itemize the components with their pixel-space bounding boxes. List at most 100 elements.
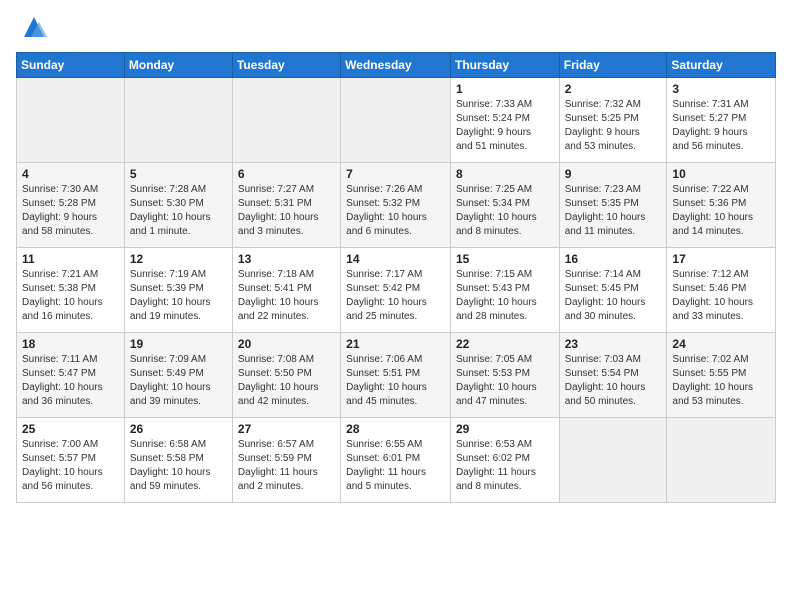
calendar-cell: 22 Sunrise: 7:05 AM Sunset: 5:53 PM Dayli… — [450, 333, 559, 418]
calendar-cell: 2Sunrise: 7:32 AM Sunset: 5:25 PM Daylig… — [559, 78, 667, 163]
calendar-week-4: 25Sunrise: 7:00 AM Sunset: 5:57 PM Dayli… — [17, 418, 776, 503]
calendar-cell: 29 Sunrise: 6:53 AM Sunset: 6:02 PM Dayli… — [450, 418, 559, 503]
calendar-cell — [341, 78, 451, 163]
day-number: 22 — [456, 337, 554, 351]
calendar-cell: 19 Sunrise: 7:09 AM Sunset: 5:49 PM Dayli… — [124, 333, 232, 418]
weekday-header-thursday: Thursday — [450, 53, 559, 78]
day-number: 18 — [22, 337, 119, 351]
calendar-cell: 25Sunrise: 7:00 AM Sunset: 5:57 PM Dayli… — [17, 418, 125, 503]
calendar-week-2: 11 Sunrise: 7:21 AM Sunset: 5:38 PM Dayli… — [17, 248, 776, 333]
day-number: 26 — [130, 422, 227, 436]
calendar-cell: 8 Sunrise: 7:25 AM Sunset: 5:34 PM Daylig… — [450, 163, 559, 248]
day-number: 15 — [456, 252, 554, 266]
calendar-cell: 21 Sunrise: 7:06 AM Sunset: 5:51 PM Dayli… — [341, 333, 451, 418]
calendar-cell: 12 Sunrise: 7:19 AM Sunset: 5:39 PM Dayli… — [124, 248, 232, 333]
day-info: Sunrise: 7:27 AM Sunset: 5:31 PM Dayligh… — [238, 183, 335, 239]
day-number: 20 — [238, 337, 335, 351]
day-number: 21 — [346, 337, 445, 351]
weekday-header-saturday: Saturday — [667, 53, 776, 78]
weekday-header-sunday: Sunday — [17, 53, 125, 78]
calendar-cell: 18 Sunrise: 7:11 AM Sunset: 5:47 PM Dayli… — [17, 333, 125, 418]
day-info: Sunrise: 7:31 AM Sunset: 5:27 PM Dayligh… — [672, 98, 770, 154]
calendar-cell: 10Sunrise: 7:22 AM Sunset: 5:36 PM Dayli… — [667, 163, 776, 248]
day-number: 1 — [456, 82, 554, 96]
day-number: 5 — [130, 167, 227, 181]
calendar-cell — [124, 78, 232, 163]
day-number: 12 — [130, 252, 227, 266]
header — [16, 16, 776, 42]
calendar-cell: 4 Sunrise: 7:30 AM Sunset: 5:28 PM Daylig… — [17, 163, 125, 248]
weekday-header-row: SundayMondayTuesdayWednesdayThursdayFrid… — [17, 53, 776, 78]
calendar-cell: 23 Sunrise: 7:03 AM Sunset: 5:54 PM Dayli… — [559, 333, 667, 418]
day-info: Sunrise: 7:09 AM Sunset: 5:49 PM Dayligh… — [130, 353, 227, 409]
calendar-cell: 26 Sunrise: 6:58 AM Sunset: 5:58 PM Dayli… — [124, 418, 232, 503]
day-info: Sunrise: 7:33 AM Sunset: 5:24 PM Dayligh… — [456, 98, 554, 154]
day-info: Sunrise: 6:58 AM Sunset: 5:58 PM Dayligh… — [130, 438, 227, 494]
day-info: Sunrise: 7:17 AM Sunset: 5:42 PM Dayligh… — [346, 268, 445, 324]
logo — [16, 16, 49, 42]
calendar-cell: 13 Sunrise: 7:18 AM Sunset: 5:41 PM Dayli… — [232, 248, 340, 333]
day-info: Sunrise: 7:26 AM Sunset: 5:32 PM Dayligh… — [346, 183, 445, 239]
day-number: 29 — [456, 422, 554, 436]
day-number: 9 — [565, 167, 662, 181]
day-number: 28 — [346, 422, 445, 436]
day-number: 10 — [672, 167, 770, 181]
day-number: 2 — [565, 82, 662, 96]
day-info: Sunrise: 7:02 AM Sunset: 5:55 PM Dayligh… — [672, 353, 770, 409]
calendar-week-1: 4 Sunrise: 7:30 AM Sunset: 5:28 PM Daylig… — [17, 163, 776, 248]
day-number: 23 — [565, 337, 662, 351]
calendar-cell — [232, 78, 340, 163]
day-info: Sunrise: 6:55 AM Sunset: 6:01 PM Dayligh… — [346, 438, 445, 494]
calendar-cell: 3 Sunrise: 7:31 AM Sunset: 5:27 PM Daylig… — [667, 78, 776, 163]
day-info: Sunrise: 7:23 AM Sunset: 5:35 PM Dayligh… — [565, 183, 662, 239]
calendar-cell: 28 Sunrise: 6:55 AM Sunset: 6:01 PM Dayli… — [341, 418, 451, 503]
day-info: Sunrise: 7:12 AM Sunset: 5:46 PM Dayligh… — [672, 268, 770, 324]
calendar-cell: 11 Sunrise: 7:21 AM Sunset: 5:38 PM Dayli… — [17, 248, 125, 333]
day-number: 27 — [238, 422, 335, 436]
day-info: Sunrise: 7:08 AM Sunset: 5:50 PM Dayligh… — [238, 353, 335, 409]
calendar-cell: 7 Sunrise: 7:26 AM Sunset: 5:32 PM Daylig… — [341, 163, 451, 248]
logo-icon — [19, 12, 49, 42]
calendar-cell: 20 Sunrise: 7:08 AM Sunset: 5:50 PM Dayli… — [232, 333, 340, 418]
day-number: 7 — [346, 167, 445, 181]
calendar-cell: 17 Sunrise: 7:12 AM Sunset: 5:46 PM Dayli… — [667, 248, 776, 333]
calendar-cell: 1 Sunrise: 7:33 AM Sunset: 5:24 PM Daylig… — [450, 78, 559, 163]
weekday-header-tuesday: Tuesday — [232, 53, 340, 78]
calendar-cell: 16 Sunrise: 7:14 AM Sunset: 5:45 PM Dayli… — [559, 248, 667, 333]
day-number: 3 — [672, 82, 770, 96]
calendar-cell: 15 Sunrise: 7:15 AM Sunset: 5:43 PM Dayli… — [450, 248, 559, 333]
day-number: 11 — [22, 252, 119, 266]
day-number: 17 — [672, 252, 770, 266]
day-info: Sunrise: 7:30 AM Sunset: 5:28 PM Dayligh… — [22, 183, 119, 239]
day-number: 6 — [238, 167, 335, 181]
weekday-header-wednesday: Wednesday — [341, 53, 451, 78]
day-info: Sunrise: 7:05 AM Sunset: 5:53 PM Dayligh… — [456, 353, 554, 409]
calendar-page: SundayMondayTuesdayWednesdayThursdayFrid… — [0, 0, 792, 612]
day-info: Sunrise: 7:03 AM Sunset: 5:54 PM Dayligh… — [565, 353, 662, 409]
day-info: Sunrise: 7:25 AM Sunset: 5:34 PM Dayligh… — [456, 183, 554, 239]
day-info: Sunrise: 6:53 AM Sunset: 6:02 PM Dayligh… — [456, 438, 554, 494]
day-info: Sunrise: 7:14 AM Sunset: 5:45 PM Dayligh… — [565, 268, 662, 324]
day-number: 8 — [456, 167, 554, 181]
day-info: Sunrise: 7:11 AM Sunset: 5:47 PM Dayligh… — [22, 353, 119, 409]
day-info: Sunrise: 7:28 AM Sunset: 5:30 PM Dayligh… — [130, 183, 227, 239]
day-number: 13 — [238, 252, 335, 266]
weekday-header-friday: Friday — [559, 53, 667, 78]
day-number: 19 — [130, 337, 227, 351]
day-info: Sunrise: 7:15 AM Sunset: 5:43 PM Dayligh… — [456, 268, 554, 324]
calendar-week-0: 1 Sunrise: 7:33 AM Sunset: 5:24 PM Daylig… — [17, 78, 776, 163]
calendar-cell — [667, 418, 776, 503]
day-info: Sunrise: 7:21 AM Sunset: 5:38 PM Dayligh… — [22, 268, 119, 324]
calendar-table: SundayMondayTuesdayWednesdayThursdayFrid… — [16, 52, 776, 503]
day-info: Sunrise: 7:19 AM Sunset: 5:39 PM Dayligh… — [130, 268, 227, 324]
weekday-header-monday: Monday — [124, 53, 232, 78]
calendar-cell: 27 Sunrise: 6:57 AM Sunset: 5:59 PM Dayli… — [232, 418, 340, 503]
calendar-cell — [559, 418, 667, 503]
day-number: 4 — [22, 167, 119, 181]
calendar-cell: 9 Sunrise: 7:23 AM Sunset: 5:35 PM Daylig… — [559, 163, 667, 248]
day-info: Sunrise: 7:06 AM Sunset: 5:51 PM Dayligh… — [346, 353, 445, 409]
calendar-cell: 14Sunrise: 7:17 AM Sunset: 5:42 PM Dayli… — [341, 248, 451, 333]
day-number: 16 — [565, 252, 662, 266]
day-info: Sunrise: 6:57 AM Sunset: 5:59 PM Dayligh… — [238, 438, 335, 494]
day-info: Sunrise: 7:18 AM Sunset: 5:41 PM Dayligh… — [238, 268, 335, 324]
